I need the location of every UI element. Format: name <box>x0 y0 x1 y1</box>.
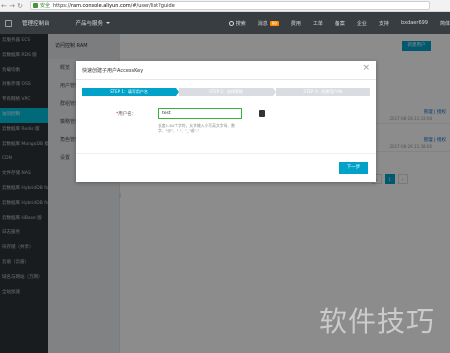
topnav-messages-label: 消息 <box>257 20 268 27</box>
url-field[interactable]: 安全 https://ram.console.aliyun.com/#/user… <box>30 1 430 10</box>
chevron-down-icon <box>106 22 111 24</box>
console-title[interactable]: 管理控制台 <box>22 19 50 27</box>
username-label: *用户名： <box>116 111 136 117</box>
reload-icon[interactable]: ↻ <box>16 1 24 11</box>
message-count-badge: 99 <box>269 20 279 26</box>
top-navigation: 管理控制台 产品与服务 搜索 消息 99 费用 工单 备案 企业 支持 bxdae… <box>0 12 450 34</box>
product-menu-label: 产品与服务 <box>75 21 104 27</box>
topnav-enterprise[interactable]: 企业 <box>357 20 367 27</box>
topnav-support[interactable]: 支持 <box>379 20 389 27</box>
username-hint: 长度1-64个字符，允许输入小写英文字母、数字、"@"、"."、"_"或"-" <box>158 123 235 133</box>
step-2: STEP 2：选择策略 <box>179 88 276 96</box>
username-input[interactable] <box>158 108 242 119</box>
topnav-account[interactable]: bxdaer699 <box>401 20 428 26</box>
topnav-icp[interactable]: 备案 <box>335 20 345 27</box>
username-label-text: 用户名： <box>118 112 137 117</box>
topnav-billing[interactable]: 费用 <box>291 20 301 27</box>
topnav-messages[interactable]: 消息 99 <box>258 20 279 27</box>
topnav-language[interactable]: 简体 <box>440 20 450 27</box>
url-text: https://ram.console.aliyun.com/#/user/li… <box>53 3 175 9</box>
dialog-footer-divider <box>76 153 376 154</box>
step-3-label: STEP 3：创建用户AK <box>303 89 343 94</box>
dialog-title: 快速创建子用户AccessKey <box>82 68 144 74</box>
topnav-search[interactable]: 搜索 <box>228 20 246 27</box>
next-step-button[interactable]: 下一步 <box>339 162 368 174</box>
product-menu[interactable]: 产品与服务 <box>76 19 111 27</box>
dialog-divider <box>76 79 376 80</box>
forward-icon[interactable]: → <box>8 1 16 11</box>
topnav-tickets[interactable]: 工单 <box>313 20 323 27</box>
url-prefix: https:// <box>53 2 71 9</box>
search-icon <box>228 20 234 26</box>
step-1-label: STEP 1：填写用户名 <box>110 89 148 94</box>
browser-address-bar: ← → ↻ 安全 https://ram.console.aliyun.com/… <box>0 0 450 12</box>
autofill-key-icon[interactable] <box>259 110 265 117</box>
step-2-label: STEP 2：选择策略 <box>209 89 243 94</box>
lock-icon <box>33 3 38 8</box>
url-path: /#/user/list?guide <box>130 2 175 9</box>
close-icon[interactable]: × <box>362 64 370 73</box>
step-1: STEP 1：填写用户名 <box>82 88 179 96</box>
url-domain: ram.console.aliyun.com <box>70 2 131 9</box>
watermark: 软件技巧 <box>319 305 436 338</box>
topnav-right: 搜索 消息 99 费用 工单 备案 企业 支持 bxdaer699 简体 <box>217 12 450 34</box>
home-icon[interactable] <box>5 19 12 27</box>
secure-label: 安全 <box>40 3 51 9</box>
topnav-search-label: 搜索 <box>235 20 246 27</box>
create-accesskey-dialog: 快速创建子用户AccessKey × STEP 1：填写用户名 STEP 2：选… <box>76 61 376 182</box>
step-3: STEP 3：创建用户AK <box>276 88 370 96</box>
back-icon[interactable]: ← <box>0 1 8 11</box>
wizard-steps: STEP 1：填写用户名 STEP 2：选择策略 STEP 3：创建用户AK <box>82 88 370 96</box>
